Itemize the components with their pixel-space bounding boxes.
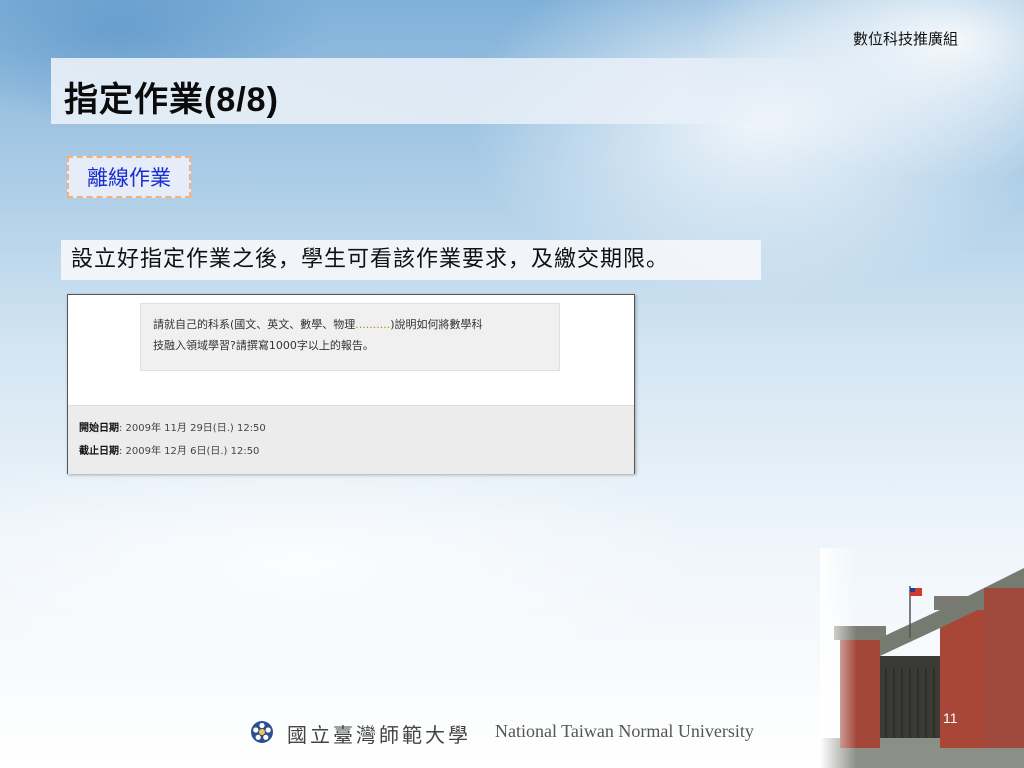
page-title: 指定作業(8/8) — [64, 81, 279, 119]
assignment-dates: 開始日期: 2009年 11月 29日(日.) 12:50 截止日期: 2009… — [68, 405, 634, 474]
requirement-text-a: 請就自己的科系(國文、英文、數學、物理 — [153, 318, 356, 331]
requirement-line-2: 技融入領域學習?請撰寫1000字以上的報告。 — [153, 339, 374, 352]
end-date-label: 截止日期 — [79, 446, 119, 457]
requirement-dots: .......... — [355, 318, 391, 331]
campus-gate-image — [820, 548, 1024, 768]
university-name-zh: 國立臺灣師範大學 — [287, 723, 471, 747]
assignment-screenshot: 請就自己的科系(國文、英文、數學、物理..........)說明如何將數學科 技… — [67, 294, 635, 474]
start-date-row: 開始日期: 2009年 11月 29日(日.) 12:50 — [79, 419, 266, 434]
end-date-row: 截止日期: 2009年 12月 6日(日.) 12:50 — [79, 442, 259, 457]
end-date-value: : 2009年 12月 6日(日.) 12:50 — [119, 446, 260, 457]
description-text: 設立好指定作業之後，學生可看該作業要求，及繳交期限。 — [61, 240, 761, 280]
university-name-en: National Taiwan Normal University — [495, 721, 754, 741]
offline-assignment-tag: 離線作業 — [67, 156, 191, 198]
university-emblem-icon — [251, 721, 273, 743]
start-date-label: 開始日期 — [79, 423, 119, 434]
tag-label: 離線作業 — [87, 166, 171, 190]
requirement-text-b: )說明如何將數學科 — [390, 318, 483, 331]
start-date-value: : 2009年 11月 29日(日.) 12:50 — [119, 423, 266, 434]
assignment-requirement: 請就自己的科系(國文、英文、數學、物理..........)說明如何將數學科 技… — [140, 303, 560, 371]
requirement-line-1: 請就自己的科系(國文、英文、數學、物理..........)說明如何將數學科 — [153, 314, 547, 335]
group-label: 數位科技推廣組 — [852, 30, 958, 48]
page-number: 11 — [943, 710, 958, 726]
